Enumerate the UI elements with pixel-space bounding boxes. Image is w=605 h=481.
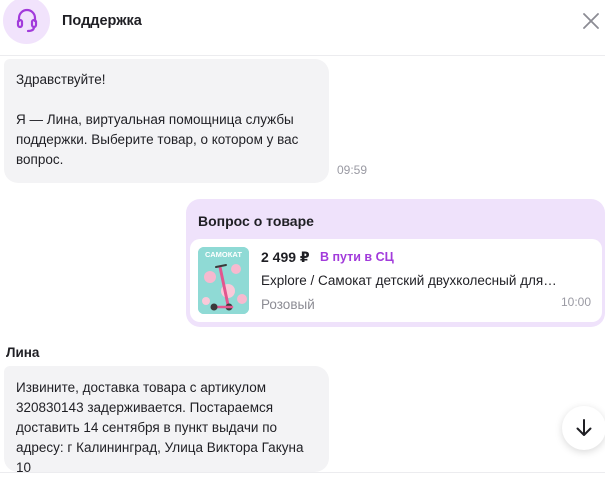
sender-name: Лина [6, 345, 40, 360]
scroll-down-button[interactable] [562, 406, 605, 450]
message-time: 09:59 [337, 163, 368, 177]
message-text: Я — Лина, виртуальная помощница службы [16, 112, 294, 127]
message-text: поддержки. Выберите товар, о котором у в… [16, 132, 299, 147]
close-button[interactable] [578, 8, 604, 34]
product-color: Розовый [261, 297, 315, 312]
support-avatar [3, 0, 50, 44]
message-time: 10:00 [561, 295, 592, 309]
message-text: адресу: г Калининград, Улица Виктора Гак… [16, 440, 304, 455]
message-text: Здравствуйте! [16, 72, 106, 87]
chat-title: Поддержка [62, 13, 142, 29]
composer-divider [0, 472, 605, 473]
arrow-down-icon [576, 419, 592, 436]
question-title: Вопрос о товаре [198, 213, 314, 229]
close-icon [583, 13, 599, 29]
product-name: Explore / Самокат детский двухколесный д… [261, 273, 557, 288]
product-price: 2 499 ₽ [261, 249, 310, 265]
product-card[interactable]: САМОКАТ 2 499 ₽ В пути в СЦ Explore / Са… [190, 239, 602, 322]
product-thumbnail: САМОКАТ [198, 247, 249, 314]
message-text: 320830143 задерживается. Постараемся [16, 400, 274, 415]
message-text: 10 [16, 460, 32, 472]
message-text: вопрос. [16, 152, 64, 167]
message-text: Извините, доставка товара с артикулом [16, 380, 267, 395]
product-question-message: Вопрос о товаре САМОКАТ 2 499 ₽ В пути в… [186, 199, 605, 327]
order-status-badge: В пути в СЦ [320, 250, 394, 264]
thumb-label: САМОКАТ [205, 250, 242, 259]
chat-header: Поддержка [0, 0, 605, 56]
headset-icon [16, 8, 37, 32]
message-text: доставить 14 сентября в пункт выдачи по [16, 420, 278, 435]
greeting-message: Здравствуйте! Я — Лина, виртуальная помо… [4, 59, 329, 183]
reply-message: Извините, доставка товара с артикулом 32… [4, 366, 329, 472]
